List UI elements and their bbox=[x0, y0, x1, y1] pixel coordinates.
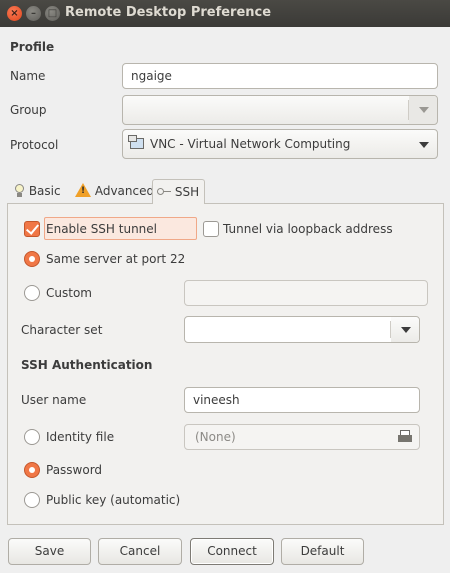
maximize-window-button[interactable]: □ bbox=[45, 6, 60, 21]
chevron-down-icon bbox=[419, 107, 429, 113]
ssh-auth-title: SSH Authentication bbox=[21, 358, 153, 372]
warning-icon: ! bbox=[75, 183, 91, 197]
custom-radio[interactable] bbox=[24, 285, 40, 301]
chevron-down-icon[interactable] bbox=[419, 142, 429, 148]
username-label: User name bbox=[21, 393, 87, 407]
password-radio[interactable] bbox=[24, 462, 40, 478]
tab-advanced[interactable]: ! Advanced bbox=[71, 179, 158, 204]
close-window-button[interactable]: × bbox=[7, 6, 22, 21]
file-open-icon bbox=[398, 430, 412, 442]
public-key-radio[interactable] bbox=[24, 492, 40, 508]
loopback-checkbox[interactable] bbox=[203, 221, 219, 237]
charset-label: Character set bbox=[21, 323, 103, 337]
identity-file-chooser[interactable]: (None) bbox=[184, 424, 420, 450]
enable-ssh-tunnel-label[interactable]: Enable SSH tunnel bbox=[46, 222, 157, 236]
maximize-icon: □ bbox=[47, 8, 58, 19]
profile-section-title: Profile bbox=[10, 40, 55, 54]
tab-ssh[interactable]: SSH bbox=[152, 179, 205, 204]
lightbulb-icon bbox=[14, 184, 25, 197]
key-icon bbox=[157, 188, 171, 196]
minimize-window-button[interactable]: – bbox=[26, 6, 41, 21]
connect-button[interactable]: Connect bbox=[190, 538, 274, 565]
minimize-icon: – bbox=[31, 8, 36, 19]
save-button[interactable]: Save bbox=[8, 538, 91, 565]
title-bar: × – □ Remote Desktop Preference bbox=[0, 0, 450, 27]
identity-file-value: (None) bbox=[195, 430, 236, 444]
window-title: Remote Desktop Preference bbox=[65, 5, 272, 20]
tab-ssh-label: SSH bbox=[174, 185, 200, 199]
cancel-button[interactable]: Cancel bbox=[98, 538, 182, 565]
tab-advanced-label: Advanced bbox=[94, 184, 155, 198]
group-combo[interactable] bbox=[122, 95, 438, 125]
charset-combo-arrow[interactable] bbox=[391, 317, 419, 342]
charset-combo[interactable] bbox=[184, 316, 420, 343]
chevron-down-icon bbox=[401, 327, 411, 333]
enable-ssh-tunnel-checkbox[interactable] bbox=[24, 221, 40, 237]
loopback-label[interactable]: Tunnel via loopback address bbox=[223, 222, 393, 236]
custom-label[interactable]: Custom bbox=[46, 286, 92, 300]
same-server-label[interactable]: Same server at port 22 bbox=[46, 252, 185, 266]
group-label: Group bbox=[10, 103, 47, 117]
group-combo-arrow[interactable] bbox=[409, 96, 437, 124]
default-button[interactable]: Default bbox=[281, 538, 364, 565]
identity-file-label[interactable]: Identity file bbox=[46, 430, 114, 444]
tab-basic[interactable]: Basic bbox=[10, 179, 65, 204]
same-server-radio[interactable] bbox=[24, 251, 40, 267]
custom-server-input[interactable] bbox=[184, 280, 428, 306]
name-input[interactable]: ngaige bbox=[122, 63, 438, 89]
protocol-value: VNC - Virtual Network Computing bbox=[150, 137, 351, 151]
name-label: Name bbox=[10, 69, 46, 83]
public-key-label[interactable]: Public key (automatic) bbox=[46, 493, 180, 507]
protocol-label: Protocol bbox=[10, 138, 59, 152]
username-input[interactable]: vineesh bbox=[184, 387, 420, 413]
close-icon: × bbox=[10, 8, 19, 19]
tab-basic-label: Basic bbox=[28, 184, 61, 198]
identity-file-radio[interactable] bbox=[24, 429, 40, 445]
monitor-icon bbox=[128, 135, 144, 149]
protocol-combo[interactable]: VNC - Virtual Network Computing bbox=[122, 129, 438, 159]
password-label[interactable]: Password bbox=[46, 463, 102, 477]
